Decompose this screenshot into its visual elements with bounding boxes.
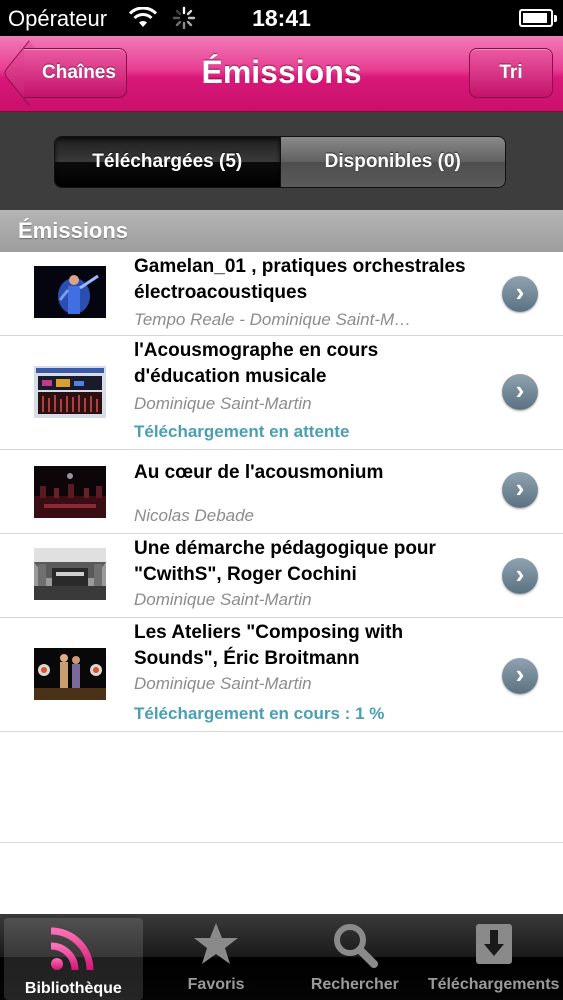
tab-bibliotheque[interactable]: Bibliothèque (4, 918, 143, 1000)
segmented-control: Téléchargées (5) Disponibles (0) (54, 136, 506, 188)
chevron-right-icon[interactable]: › (502, 374, 538, 410)
item-title: l'Acousmographe en cours d'éducation mus… (134, 340, 379, 387)
software-screenshot-thumbnail (34, 366, 106, 418)
list-item[interactable]: l'Acousmographe en cours d'éducation mus… (0, 336, 563, 450)
navigation-bar: Chaînes Émissions Tri (0, 36, 563, 112)
chevron-right-icon[interactable]: › (502, 472, 538, 508)
item-title: Les Ateliers "Composing with Sounds", Ér… (134, 622, 404, 669)
status-bar: Opérateur 18:41 (0, 0, 563, 36)
battery-icon (519, 9, 557, 27)
studio-thumbnail (34, 548, 106, 600)
download-status: Téléchargement en cours : 1 % (134, 704, 385, 723)
section-header: Émissions (0, 210, 563, 252)
tab-bar: Bibliothèque Favoris Rechercher Téléchar… (0, 914, 563, 1000)
list-item[interactable]: Une démarche pédagogique pour "CwithS", … (0, 534, 563, 618)
item-author: Tempo Reale - Dominique Saint-M… (134, 310, 412, 329)
item-title: Gamelan_01 , pratiques orchestrales élec… (134, 256, 466, 303)
concert-hall-thumbnail (34, 466, 106, 518)
star-icon (193, 922, 239, 971)
rss-icon (49, 926, 97, 977)
list-item[interactable]: Gamelan_01 , pratiques orchestrales élec… (0, 252, 563, 336)
item-author: Dominique Saint-Martin (134, 590, 312, 609)
tab-label: Bibliothèque (24, 980, 122, 997)
search-icon (332, 922, 378, 973)
tab-label: Favoris (187, 976, 245, 993)
download-status: Téléchargement en attente (134, 422, 350, 441)
clock: 18:41 (252, 5, 311, 31)
episode-list: Gamelan_01 , pratiques orchestrales élec… (0, 252, 563, 732)
tab-label: Téléchargements (427, 976, 560, 993)
item-author: Dominique Saint-Martin (134, 674, 312, 693)
list-item[interactable]: Les Ateliers "Composing with Sounds", Ér… (0, 618, 563, 732)
empty-row-separator (0, 842, 563, 843)
item-author: Nicolas Debade (134, 506, 255, 525)
chevron-right-icon[interactable]: › (502, 558, 538, 594)
download-icon (474, 922, 514, 971)
tab-label: Rechercher (310, 976, 399, 993)
chevron-right-icon[interactable]: › (502, 658, 538, 694)
tab-favoris[interactable]: Favoris (147, 914, 286, 1000)
item-title: Au cœur de l'acousmonium (134, 462, 384, 483)
list-item[interactable]: Au cœur de l'acousmonium Nicolas Debade … (0, 450, 563, 534)
segmented-control-bar: Téléchargées (5) Disponibles (0) (0, 112, 563, 210)
segment-available[interactable]: Disponibles (0) (279, 137, 505, 187)
sort-button[interactable]: Tri (469, 48, 553, 98)
app-screen: Opérateur 18:41 Chaînes Émissions Tri Té… (0, 0, 563, 1000)
tab-telechargements[interactable]: Téléchargements (424, 914, 563, 1000)
chevron-right-icon[interactable]: › (502, 276, 538, 312)
workshop-thumbnail (34, 648, 106, 700)
item-author: Dominique Saint-Martin (134, 394, 312, 413)
item-title: Une démarche pédagogique pour "CwithS", … (134, 538, 436, 585)
conductor-thumbnail (34, 266, 106, 318)
segment-downloaded[interactable]: Téléchargées (5) (55, 137, 280, 187)
tab-rechercher[interactable]: Rechercher (286, 914, 425, 1000)
